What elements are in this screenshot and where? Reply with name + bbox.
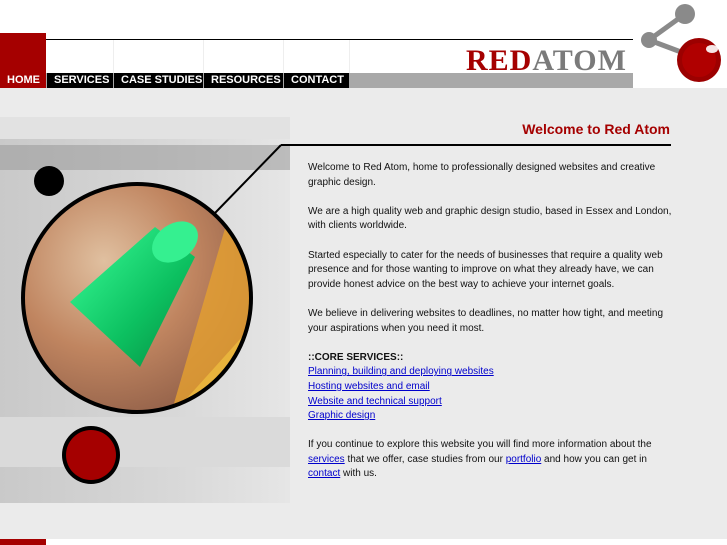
pencil-tip-illustration	[21, 144, 282, 484]
service-link-graphic-design[interactable]: Graphic design	[308, 410, 375, 421]
nav-home[interactable]: HOME	[0, 73, 47, 88]
services-link[interactable]: services	[308, 454, 345, 465]
closing-paragraph: If you continue to explore this website …	[308, 438, 673, 482]
intro-paragraph: Welcome to Red Atom, home to professiona…	[308, 162, 656, 188]
header-background	[0, 0, 727, 40]
core-services-heading: ::CORE SERVICES::	[308, 351, 404, 363]
footer-red-corner	[0, 539, 46, 545]
contact-link[interactable]: contact	[308, 468, 340, 479]
nav-contact[interactable]: CONTACT	[284, 73, 350, 88]
atom-logo-icon	[641, 4, 721, 82]
logo-wordmark[interactable]: REDATOM	[466, 46, 627, 76]
deadlines-paragraph: We believe in delivering websites to dea…	[308, 307, 664, 334]
purpose-paragraph: Started especially to cater for the need…	[308, 249, 663, 290]
studio-paragraph: We are a high quality web and graphic de…	[308, 205, 672, 232]
service-link-hosting[interactable]: Hosting websites and email	[308, 381, 430, 392]
closing-text-4: with us.	[340, 468, 377, 480]
closing-text-2: that we offer, case studies from our	[344, 453, 506, 465]
main-nav: HOME SERVICES CASE STUDIES RESOURCES CON…	[0, 73, 350, 88]
closing-text-3: and how you can get in	[541, 453, 647, 465]
closing-text-1: If you continue to explore this website …	[308, 439, 652, 451]
service-link-planning[interactable]: Planning, building and deploying website…	[308, 366, 494, 377]
portfolio-link[interactable]: portfolio	[506, 454, 542, 465]
title-rule	[281, 144, 671, 146]
header-rule	[46, 39, 678, 40]
logo-atom-text: ATOM	[532, 44, 627, 77]
main-content: Welcome to Red Atom, home to professiona…	[308, 161, 673, 497]
footer-strip	[0, 539, 727, 545]
page-title: Welcome to Red Atom	[522, 121, 670, 137]
nav-case-studies[interactable]: CASE STUDIES	[114, 73, 204, 88]
core-services-block: ::CORE SERVICES:: Planning, building and…	[308, 351, 673, 424]
service-link-support[interactable]: Website and technical support	[308, 396, 442, 407]
logo-red-text: RED	[466, 44, 533, 77]
nav-resources[interactable]: RESOURCES	[204, 73, 284, 88]
nav-services[interactable]: SERVICES	[47, 73, 114, 88]
